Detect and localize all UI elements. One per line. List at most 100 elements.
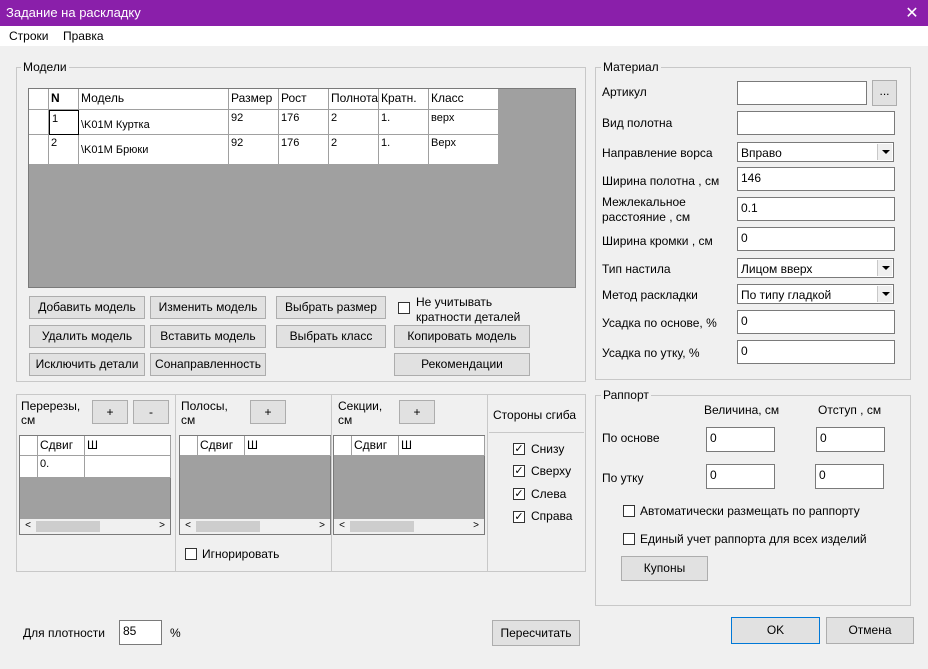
menu-edit[interactable]: Правка bbox=[63, 29, 104, 43]
gap-input[interactable]: 0.1 bbox=[737, 197, 895, 221]
fold-left-checkbox[interactable]: ✓ bbox=[513, 488, 525, 500]
horizontal-scrollbar[interactable]: < > bbox=[334, 519, 484, 534]
scroll-left-icon[interactable]: < bbox=[336, 520, 348, 531]
strips-add-button[interactable]: + bbox=[250, 400, 286, 424]
scroll-left-icon[interactable]: < bbox=[22, 520, 34, 531]
cell[interactable]: 2 bbox=[49, 135, 79, 165]
cell[interactable]: верх bbox=[429, 110, 499, 135]
shrink-warp-label: Усадка по основе, % bbox=[602, 316, 717, 330]
chevron-down-icon[interactable] bbox=[877, 144, 892, 160]
recalculate-button[interactable]: Пересчитать bbox=[492, 620, 580, 646]
scroll-thumb[interactable] bbox=[36, 521, 100, 532]
cell[interactable]: 1. bbox=[379, 135, 429, 165]
rapport-size-label: Величина, см bbox=[704, 403, 780, 417]
change-model-button[interactable]: Изменить модель bbox=[150, 296, 266, 319]
close-icon[interactable]: ✕ bbox=[903, 3, 921, 23]
ok-button[interactable]: OK bbox=[731, 617, 820, 644]
rapport-weft-size-input[interactable]: 0 bbox=[706, 464, 775, 489]
cell[interactable]: 92 bbox=[229, 110, 279, 135]
fabric-width-label: Ширина полотна , см bbox=[602, 174, 720, 188]
fold-right-checkbox[interactable]: ✓ bbox=[513, 511, 525, 523]
scroll-thumb[interactable] bbox=[196, 521, 260, 532]
horizontal-scrollbar[interactable]: < > bbox=[20, 519, 170, 534]
article-input[interactable] bbox=[737, 81, 867, 105]
delete-model-button[interactable]: Удалить модель bbox=[29, 325, 145, 348]
cell[interactable]: 176 bbox=[279, 135, 329, 165]
material-group-label: Материал bbox=[601, 60, 661, 74]
strips-label-2: см bbox=[181, 413, 196, 427]
cell[interactable]: \K01M Куртка bbox=[79, 110, 229, 135]
menu-rows[interactable]: Строки bbox=[9, 29, 48, 43]
scroll-thumb[interactable] bbox=[350, 521, 414, 532]
cancel-button[interactable]: Отмена bbox=[826, 617, 914, 644]
insert-model-button[interactable]: Вставить модель bbox=[150, 325, 266, 348]
cell[interactable]: 1 bbox=[49, 110, 79, 135]
ignore-multiplicity-checkbox[interactable] bbox=[398, 302, 410, 314]
edge-width-input[interactable]: 0 bbox=[737, 227, 895, 251]
ignore-multiplicity-label-2: кратности деталей bbox=[416, 310, 521, 324]
horizontal-scrollbar[interactable]: < > bbox=[180, 519, 330, 534]
codirection-button[interactable]: Сонаправленность bbox=[150, 353, 266, 376]
exclude-details-button[interactable]: Исключить детали bbox=[29, 353, 145, 376]
add-model-button[interactable]: Добавить модель bbox=[29, 296, 145, 319]
cuts-add-button[interactable]: + bbox=[92, 400, 128, 424]
ignore-strips-checkbox[interactable] bbox=[185, 548, 197, 560]
nap-direction-select[interactable]: Вправо bbox=[737, 142, 894, 162]
coupons-button[interactable]: Купоны bbox=[621, 556, 708, 581]
cell[interactable]: \K01M Брюки bbox=[79, 135, 229, 165]
shrink-weft-input[interactable]: 0 bbox=[737, 340, 895, 364]
auto-rapport-checkbox[interactable] bbox=[623, 505, 635, 517]
chevron-down-icon[interactable] bbox=[877, 260, 892, 276]
scroll-right-icon[interactable]: > bbox=[316, 520, 328, 531]
layout-method-value: По типу гладкой bbox=[741, 288, 832, 302]
fold-top-checkbox[interactable]: ✓ bbox=[513, 465, 525, 477]
grid-corner bbox=[29, 89, 49, 110]
cell[interactable]: Верх bbox=[429, 135, 499, 165]
cuts-grid[interactable]: Сдвиг Ш 0. < > bbox=[19, 435, 171, 535]
rapport-weft-offset-input[interactable]: 0 bbox=[815, 464, 884, 489]
scroll-right-icon[interactable]: > bbox=[470, 520, 482, 531]
cell[interactable]: 92 bbox=[229, 135, 279, 165]
gap-label-1: Межлекальное bbox=[602, 195, 686, 209]
chevron-down-icon[interactable] bbox=[877, 286, 892, 302]
shrink-warp-input[interactable]: 0 bbox=[737, 310, 895, 334]
scroll-left-icon[interactable]: < bbox=[182, 520, 194, 531]
fabric-width-input[interactable]: 146 bbox=[737, 167, 895, 191]
fold-bottom-checkbox[interactable]: ✓ bbox=[513, 443, 525, 455]
header-n: N bbox=[49, 89, 79, 110]
rapport-warp-offset-input[interactable]: 0 bbox=[816, 427, 885, 452]
row-selector[interactable] bbox=[29, 110, 49, 135]
choose-size-button[interactable]: Выбрать размер bbox=[276, 296, 386, 319]
copy-model-button[interactable]: Копировать модель bbox=[394, 325, 530, 348]
row-selector[interactable] bbox=[20, 456, 38, 478]
cell[interactable]: 0. bbox=[38, 456, 85, 478]
cell[interactable]: 2 bbox=[329, 135, 379, 165]
single-rapport-checkbox[interactable] bbox=[623, 533, 635, 545]
sections-add-button[interactable]: + bbox=[399, 400, 435, 424]
header-width: Ш bbox=[399, 436, 485, 456]
layout-method-select[interactable]: По типу гладкой bbox=[737, 284, 894, 304]
cuts-remove-button[interactable]: - bbox=[133, 400, 169, 424]
models-grid[interactable]: N Модель Размер Рост Полнота Кратн. Клас… bbox=[28, 88, 576, 288]
density-input[interactable]: 85 bbox=[119, 620, 162, 645]
cell[interactable]: 176 bbox=[279, 110, 329, 135]
spread-type-select[interactable]: Лицом вверх bbox=[737, 258, 894, 278]
cell[interactable]: 2 bbox=[329, 110, 379, 135]
scroll-right-icon[interactable]: > bbox=[156, 520, 168, 531]
cell[interactable]: 1. bbox=[379, 110, 429, 135]
choose-class-button[interactable]: Выбрать класс bbox=[276, 325, 386, 348]
browse-button[interactable]: ... bbox=[872, 80, 897, 106]
fold-bottom-label: Снизу bbox=[531, 442, 565, 456]
header-fullness: Полнота bbox=[329, 89, 379, 110]
fabric-input[interactable] bbox=[737, 111, 895, 135]
rapport-warp-size-input[interactable]: 0 bbox=[706, 427, 775, 452]
rapport-offset-label: Отступ , см bbox=[818, 403, 882, 417]
recommendations-button[interactable]: Рекомендации bbox=[394, 353, 530, 376]
fold-sides-label: Стороны сгиба bbox=[493, 408, 576, 422]
density-label: Для плотности bbox=[23, 626, 106, 640]
sections-grid[interactable]: Сдвиг Ш < > bbox=[333, 435, 485, 535]
density-unit: % bbox=[170, 626, 181, 640]
cell[interactable] bbox=[85, 456, 171, 478]
strips-grid[interactable]: Сдвиг Ш < > bbox=[179, 435, 331, 535]
row-selector[interactable] bbox=[29, 135, 49, 165]
